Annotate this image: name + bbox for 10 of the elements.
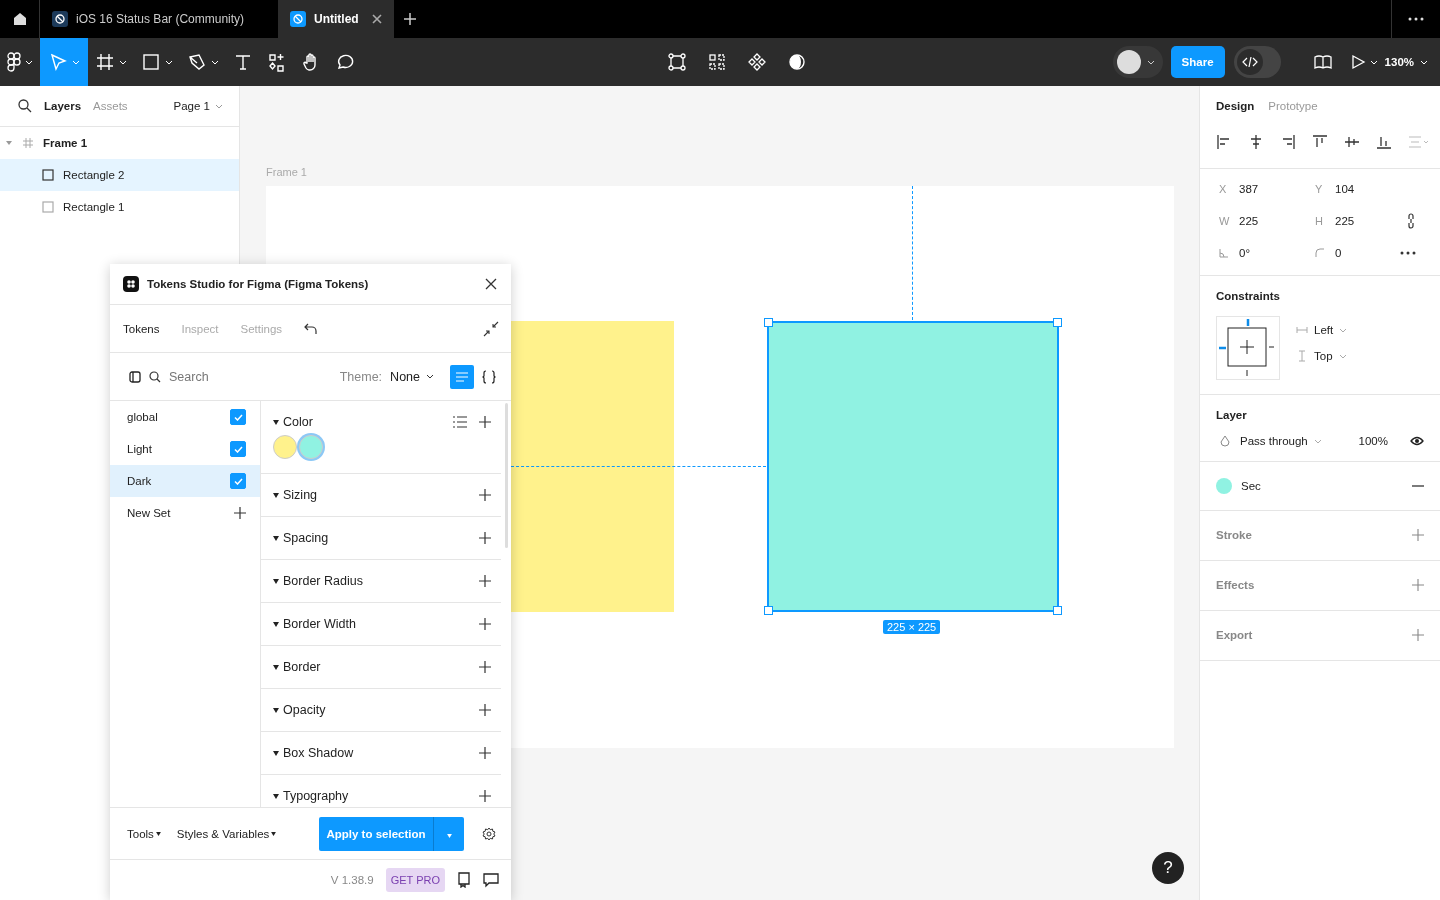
size-label: 225 × 225 (883, 620, 941, 634)
version-label: V 1.38.9 (330, 874, 374, 886)
plugin-title: Tokens Studio for Figma (Figma Tokens) (147, 278, 369, 290)
section-title: Constraints (1216, 290, 1281, 302)
section-title: Export (1216, 629, 1253, 641)
section-title: Effects (1216, 579, 1255, 591)
new-set-label: New Set (127, 507, 171, 519)
section-title: Stroke (1216, 529, 1252, 541)
section-title: Layer (1216, 409, 1248, 421)
theme-label: Theme: (339, 369, 383, 384)
